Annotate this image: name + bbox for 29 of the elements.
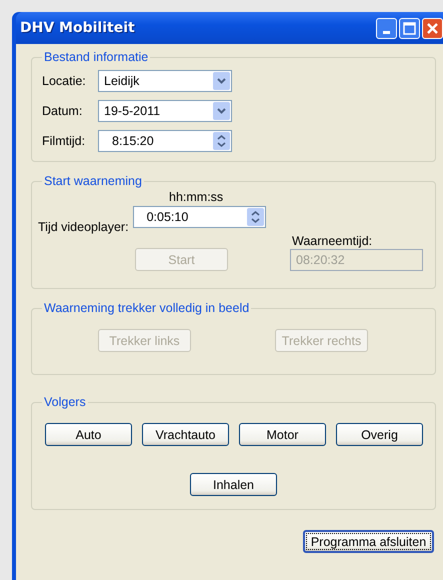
spinner-arrows-icon[interactable] [246, 208, 264, 226]
vehicle-button[interactable]: Auto [45, 423, 132, 446]
field-label: Waarneemtijd: [291, 234, 374, 248]
group-title: Bestand informatie [43, 50, 150, 64]
minimize-icon [383, 30, 390, 34]
spin-field[interactable]: 0:05:10 [132, 206, 266, 228]
dropdown-field[interactable]: 19-5-2011 [98, 100, 232, 122]
maximize-icon [403, 22, 416, 34]
vehicle-button[interactable]: Vrachtauto [142, 423, 229, 446]
maximize-button[interactable] [399, 18, 420, 38]
close-program-button[interactable]: Programma afsluiten [303, 530, 434, 553]
field-label: Tijd videoplayer: [38, 220, 129, 234]
group-title: Volgers [43, 395, 87, 409]
close-icon [426, 22, 439, 34]
group-title: Start waarneming [43, 174, 143, 188]
spinner-arrows-icon[interactable] [213, 132, 230, 150]
group-title: Waarneming trekker volledig in beeld [43, 301, 250, 315]
vehicle-button[interactable]: Overig [336, 423, 423, 446]
vehicle-button[interactable]: Motor [239, 423, 326, 446]
minimize-button[interactable] [376, 18, 397, 38]
format-hint: hh:mm:ss [169, 190, 224, 206]
window-title: DHV Mobiliteit [20, 20, 135, 36]
dropdown-field[interactable]: Leidijk [98, 70, 232, 92]
close-button[interactable] [422, 18, 443, 38]
field-label: Datum: [42, 104, 84, 118]
spin-field[interactable]: 8:15:20 [98, 130, 232, 152]
inhalen-button[interactable]: Inhalen [190, 473, 277, 496]
field-label: Locatie: [42, 74, 87, 88]
field-label: Filmtijd: [42, 134, 86, 148]
